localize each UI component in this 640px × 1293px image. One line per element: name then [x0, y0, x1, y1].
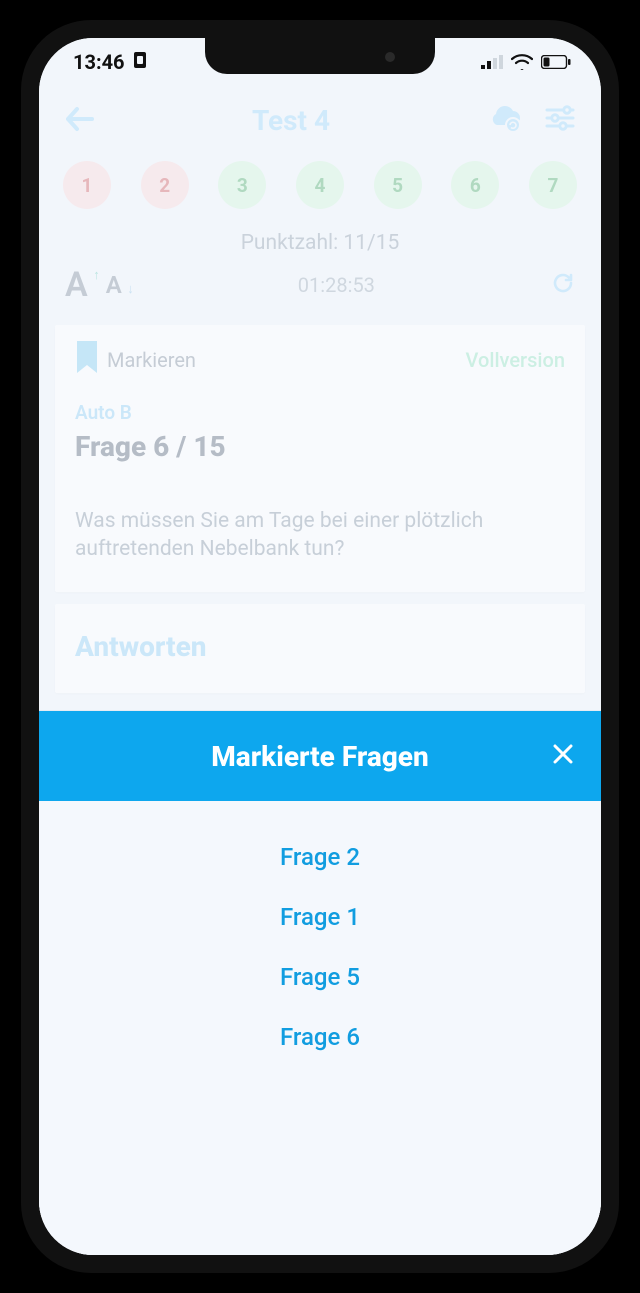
marked-question-item[interactable]: Frage 5: [280, 963, 360, 991]
cellular-icon: [481, 55, 503, 69]
category-label: Auto B: [75, 401, 565, 424]
sheet-title: Markierte Fragen: [211, 740, 429, 773]
close-button[interactable]: [551, 742, 575, 770]
question-chip-6[interactable]: 6: [451, 161, 499, 209]
bookmark-icon[interactable]: [75, 341, 99, 379]
marked-question-item[interactable]: Frage 1: [280, 903, 360, 931]
font-decrease-button[interactable]: A: [106, 271, 122, 299]
refresh-button[interactable]: [551, 271, 575, 299]
marked-question-item[interactable]: Frage 6: [280, 1023, 360, 1051]
question-chip-1[interactable]: 1: [63, 161, 111, 209]
question-chip-2[interactable]: 2: [141, 161, 189, 209]
question-chip-4[interactable]: 4: [296, 161, 344, 209]
wifi-icon: [511, 54, 533, 70]
page-title: Test 4: [95, 104, 487, 137]
question-chip-7[interactable]: 7: [529, 161, 577, 209]
timer-text: 01:28:53: [298, 273, 375, 297]
battery-icon: [541, 55, 571, 69]
cloud-sync-icon[interactable]: [487, 105, 523, 137]
back-button[interactable]: [65, 106, 95, 136]
fullversion-link[interactable]: Vollversion: [466, 348, 565, 372]
question-chip-3[interactable]: 3: [218, 161, 266, 209]
question-card: Markieren Vollversion Auto B Frage 6 / 1…: [55, 325, 585, 592]
question-text: Was müssen Sie am Tage bei einer plötzli…: [75, 507, 565, 564]
question-number: Frage 6 / 15: [75, 430, 565, 463]
sim-icon: [133, 50, 147, 74]
font-increase-button[interactable]: A: [65, 265, 88, 305]
settings-sliders-icon[interactable]: [545, 105, 575, 137]
answers-card: Antworten: [55, 604, 585, 693]
status-time: 13:46: [73, 50, 125, 74]
answers-heading: Antworten: [75, 630, 565, 663]
marked-questions-sheet: Markierte Fragen Frage 2 Frage 1 Frage 5…: [39, 710, 601, 1255]
marked-question-item[interactable]: Frage 2: [280, 843, 360, 871]
score-text: Punktzahl: 11/15: [39, 219, 601, 259]
bookmark-label[interactable]: Markieren: [107, 348, 196, 372]
question-chip-5[interactable]: 5: [374, 161, 422, 209]
question-chips: 1 2 3 4 5 6 7: [39, 147, 601, 219]
